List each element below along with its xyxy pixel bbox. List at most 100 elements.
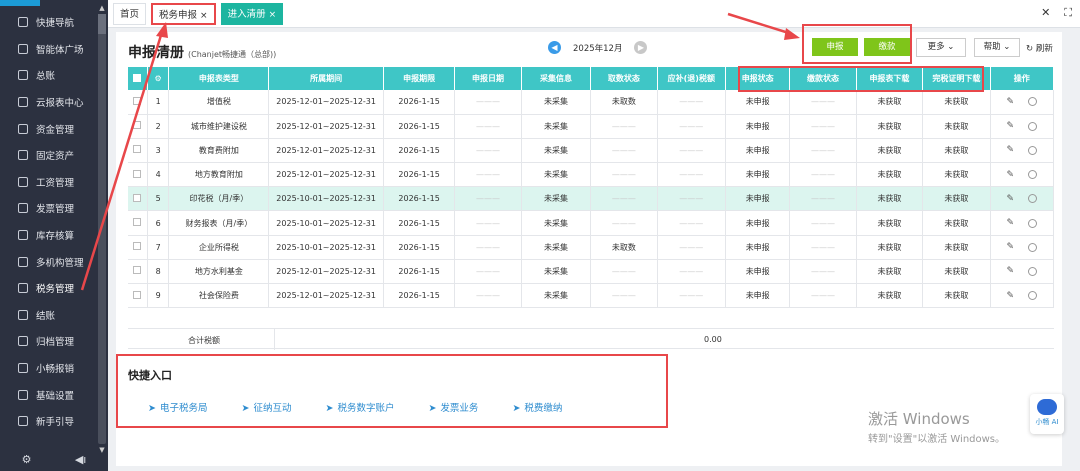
row-actions: ✎ [990, 90, 1055, 115]
row-checkbox[interactable] [128, 210, 148, 236]
refresh-button[interactable]: ↻ 刷新 [1026, 42, 1053, 54]
edit-icon[interactable]: ✎ [1007, 170, 1015, 180]
row-checkbox[interactable] [128, 283, 148, 309]
sidebar-item[interactable]: 新手引导 [0, 408, 96, 435]
close-icon[interactable]: × [200, 11, 208, 21]
volume-icon[interactable]: ◀ı [75, 453, 87, 466]
org-icon [18, 256, 28, 267]
sidebar-item[interactable]: 智能体广场 [0, 36, 96, 63]
cell-dl: 未获取 [856, 259, 924, 285]
ai-assistant-widget[interactable]: 小畅 AI [1030, 394, 1064, 434]
cell-date: ——— [454, 259, 522, 285]
edit-icon[interactable]: ✎ [1007, 218, 1015, 228]
row-checkbox[interactable] [128, 162, 148, 188]
send-icon: ➤ [148, 403, 156, 414]
row-number: 2 [147, 114, 170, 139]
chevron-down-icon: ⌄ [947, 42, 955, 52]
table-row[interactable]: 6 财务报表（月/季） 2025-10-01~2025-12-31 2026-1-15… [128, 210, 1055, 236]
sidebar-item[interactable]: 多机构管理 [0, 248, 96, 275]
sidebar-item[interactable]: 结账 [0, 302, 96, 329]
settings-gear-icon[interactable]: ⚙ [22, 453, 32, 466]
robot-icon [1037, 399, 1057, 415]
more-actions-icon[interactable] [1028, 121, 1038, 131]
quick-link[interactable]: ➤ 税务数字账户 [325, 400, 394, 414]
close-icon[interactable]: × [269, 10, 277, 20]
row-checkbox[interactable] [128, 114, 148, 139]
sidebar-item[interactable]: 库存核算 [0, 222, 96, 249]
scroll-up-icon[interactable]: ▲ [98, 4, 106, 12]
table-body: 1 增值税 2025-12-01~2025-12-31 2026-1-15 ——— 未采集… [128, 90, 1055, 309]
quick-link[interactable]: ➤ 征纳互动 [241, 400, 291, 414]
home-icon [18, 17, 28, 28]
edit-icon[interactable]: ✎ [1007, 194, 1015, 204]
column-settings-icon[interactable]: ⚙ [147, 67, 170, 90]
row-checkbox[interactable] [128, 138, 148, 164]
tab-home[interactable]: 首页 [113, 2, 147, 25]
annotation-box-status-columns [738, 66, 984, 92]
edit-icon[interactable]: ✎ [1007, 242, 1015, 252]
table-row[interactable]: 9 社会保险费 2025-12-01~2025-12-31 2026-1-15 ——— 未… [128, 283, 1055, 309]
tab-enter-list[interactable]: 进入清册 × [220, 2, 284, 25]
table-row[interactable]: 3 教育费附加 2025-12-01~2025-12-31 2026-1-15 ——— 未… [128, 138, 1055, 164]
close-all-icon[interactable]: ✕ [1041, 6, 1050, 20]
more-actions-icon[interactable] [1028, 170, 1038, 180]
sidebar-item[interactable]: 归档管理 [0, 328, 96, 355]
fullscreen-icon[interactable]: ⛶ [1064, 6, 1072, 20]
sidebar-item[interactable]: 资金管理 [0, 115, 96, 142]
table-row[interactable]: 1 增值税 2025-12-01~2025-12-31 2026-1-15 ——— 未采集… [128, 90, 1055, 115]
sidebar-item[interactable]: 云报表中心 [0, 89, 96, 116]
sidebar-item[interactable]: 固定资产 [0, 142, 96, 169]
edit-icon[interactable]: ✎ [1007, 121, 1015, 131]
table-row[interactable]: 5 印花税（月/季） 2025-10-01~2025-12-31 2026-1-15—… [128, 186, 1055, 212]
edit-icon[interactable]: ✎ [1007, 266, 1015, 276]
edit-icon[interactable]: ✎ [1007, 291, 1015, 301]
more-actions-icon[interactable] [1028, 194, 1038, 204]
quick-link-label: 税务数字账户 [337, 403, 395, 414]
table-row[interactable]: 2 城市维护建设税 2025-12-01~2025-12-31 2026-1-15 ——… [128, 114, 1055, 139]
table-row[interactable]: 4 地方教育附加 2025-12-01~2025-12-31 2026-1-15 ———… [128, 162, 1055, 188]
next-period-icon[interactable]: ▶ [634, 41, 648, 54]
table-row[interactable]: 8 地方水利基金 2025-12-01~2025-12-31 2026-1-15 ———… [128, 259, 1055, 285]
edit-icon[interactable]: ✎ [1007, 145, 1015, 155]
select-all-checkbox[interactable] [128, 67, 148, 90]
more-dropdown[interactable]: 更多 ⌄ [916, 38, 966, 57]
report-icon [18, 97, 28, 108]
table-row[interactable]: 7 企业所得税 2025-10-01~2025-12-31 2026-1-15 ——— 未… [128, 235, 1055, 260]
more-actions-icon[interactable] [1028, 266, 1038, 276]
row-checkbox[interactable] [128, 259, 148, 285]
sidebar-item[interactable]: 发票管理 [0, 195, 96, 222]
sidebar-item[interactable]: 基础设置 [0, 381, 96, 408]
sidebar-item-label: 税务管理 [36, 284, 75, 296]
sidebar-item[interactable]: 快捷导航 [0, 9, 96, 36]
edit-icon[interactable]: ✎ [1007, 97, 1015, 107]
more-actions-icon[interactable] [1028, 242, 1038, 252]
sidebar-item[interactable]: 总账 [0, 62, 96, 89]
chevron-down-icon: ⌄ [1003, 42, 1011, 52]
tab-tax-declaration[interactable]: 税务申报 × [151, 2, 216, 25]
pay-button[interactable]: 缴款 [864, 38, 910, 56]
quick-link[interactable]: ➤ 税费缴纳 [512, 400, 562, 414]
row-checkbox[interactable] [128, 186, 148, 212]
cell-collect: 未采集 [521, 283, 592, 309]
quick-link[interactable]: ➤ 发票业务 [428, 400, 478, 414]
more-actions-icon[interactable] [1028, 145, 1038, 155]
sidebar-item[interactable]: 税务管理 [0, 275, 96, 302]
archive-icon [18, 336, 28, 347]
more-actions-icon[interactable] [1028, 97, 1038, 107]
row-checkbox[interactable] [128, 235, 148, 260]
help-dropdown[interactable]: 帮助 ⌄ [974, 38, 1020, 57]
row-checkbox[interactable] [128, 90, 148, 115]
more-actions-icon[interactable] [1028, 218, 1038, 228]
quick-link[interactable]: ➤ 电子税务局 [148, 400, 207, 414]
sidebar-scrollbar[interactable]: ▲ ▼ [98, 4, 106, 454]
cell-period: 2025-12-01~2025-12-31 [268, 162, 384, 188]
tab-label: 首页 [120, 8, 140, 20]
sidebar-item[interactable]: 小畅报销 [0, 355, 96, 382]
cell-collect: 未采集 [521, 162, 592, 188]
row-actions: ✎ [990, 235, 1055, 260]
scrollbar-thumb[interactable] [98, 14, 106, 34]
more-actions-icon[interactable] [1028, 291, 1038, 301]
prev-period-icon[interactable]: ◀ [548, 41, 561, 54]
sidebar-item[interactable]: 工资管理 [0, 169, 96, 196]
declare-button[interactable]: 申报 [812, 38, 858, 56]
